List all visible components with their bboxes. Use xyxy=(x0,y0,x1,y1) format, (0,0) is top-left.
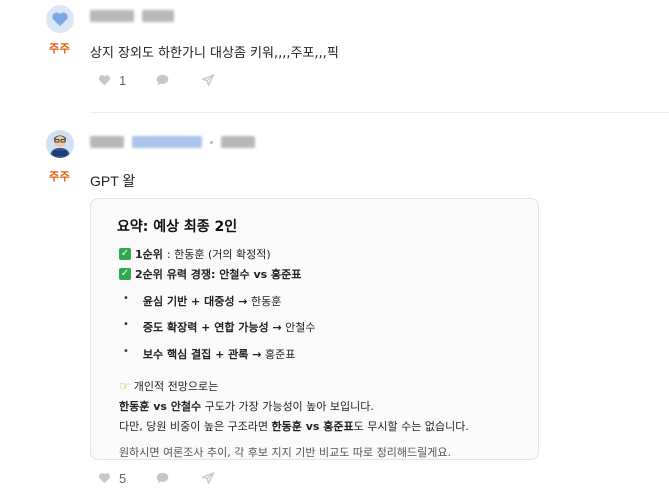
outlook-label-text: 개인적 전망으로는 xyxy=(133,380,219,393)
bullet-bold: 윤심 기반 + 대중성 → xyxy=(142,295,248,308)
outlook-bold: 한동훈 vs 홍준표 xyxy=(271,420,354,433)
like-count: 5 xyxy=(119,470,127,486)
share-button[interactable] xyxy=(202,472,215,484)
redacted-timestamp xyxy=(142,10,174,22)
comment-icon xyxy=(156,472,169,484)
check-text: : 한동훈 (거의 확정적) xyxy=(166,248,271,261)
check-label: 2순위 유력 경쟁: 안철수 vs 홍준표 xyxy=(135,268,302,281)
bullet-bold: 중도 확장력 + 연합 가능성 → xyxy=(142,321,282,334)
comment-author-meta xyxy=(90,10,174,22)
outlook-bold: 한동훈 vs 안철수 xyxy=(119,400,202,413)
heart-icon xyxy=(98,75,111,86)
redacted-author-name[interactable] xyxy=(90,136,124,148)
share-button[interactable] xyxy=(202,74,215,86)
check-label: 1순위 xyxy=(135,248,163,261)
like-button[interactable]: 1 xyxy=(98,73,156,88)
bullet-text: 홍준표 xyxy=(261,348,296,361)
redacted-timestamp xyxy=(221,136,255,148)
reply-button[interactable] xyxy=(156,74,202,86)
check-row-1: ✓ 1순위: 한동훈 (거의 확정적) xyxy=(119,246,271,262)
share-icon xyxy=(202,74,215,86)
redacted-author-id[interactable] xyxy=(132,136,202,148)
comment-divider xyxy=(90,112,669,113)
bullet-bold: 보수 핵심 결집 + 관록 → xyxy=(142,348,262,361)
bullet-dot: • xyxy=(123,346,129,357)
share-icon xyxy=(202,472,215,484)
bullet-item: • 보수 핵심 결집 + 관록 → 홍준표 xyxy=(123,346,295,362)
bullet-item: • 중도 확장력 + 연합 가능성 → 안철수 xyxy=(123,319,316,335)
comment-text: GPT 왈 xyxy=(90,173,136,189)
comment-actions: 1 xyxy=(98,72,215,88)
comment-text: 상지 장외도 하한가니 대상좀 키워,,,,주포,,,픽 xyxy=(90,46,339,61)
bullet-item: • 윤심 기반 + 대중성 → 한동훈 xyxy=(123,293,281,309)
comment-2: 주주 GPT 왈 요약: 예상 최종 2인 ✓ 1순위: 한동훈 (거의 확정적… xyxy=(0,124,669,494)
like-button[interactable]: 5 xyxy=(98,471,156,486)
shareholder-badge: 주주 xyxy=(49,42,71,55)
card-footer: 원하시면 여론조사 추이, 각 후보 지지 기반 비교도 따로 정리해드릴게요. xyxy=(119,446,451,459)
comment-actions: 5 xyxy=(98,470,215,486)
bullet-text: 한동훈 xyxy=(247,295,282,308)
comment-icon xyxy=(156,74,169,86)
comment-1: 주주 상지 장외도 하한가니 대상좀 키워,,,,주포,,,픽 1 xyxy=(0,0,669,112)
hand-point-icon: ☞ xyxy=(119,379,130,393)
outlook-text: 다만, 당원 비중이 높은 구조라면 xyxy=(119,420,272,433)
check-row-2: ✓ 2순위 유력 경쟁: 안철수 vs 홍준표 xyxy=(119,266,301,282)
like-count: 1 xyxy=(119,72,127,88)
redacted-author-name[interactable] xyxy=(90,10,134,22)
heart-icon xyxy=(98,473,111,484)
heart-avatar-icon xyxy=(52,12,68,27)
outlook-text: 도 무시할 수는 없습니다. xyxy=(353,420,469,433)
check-icon: ✓ xyxy=(119,268,131,280)
bullet-dot: • xyxy=(123,293,129,304)
card-title: 요약: 예상 최종 2인 xyxy=(117,219,238,235)
bullet-text: 안철수 xyxy=(281,321,316,334)
outlook-line-1: 한동훈 vs 안철수 구도가 가장 가능성이 높아 보입니다. xyxy=(119,398,374,414)
person-avatar-icon xyxy=(46,130,74,158)
meta-separator xyxy=(210,140,213,144)
avatar[interactable] xyxy=(46,5,74,33)
outlook-text: 구도가 가장 가능성이 높아 보입니다. xyxy=(201,400,374,413)
check-icon: ✓ xyxy=(119,248,131,260)
bullet-dot: • xyxy=(123,319,129,330)
gpt-answer-card: 요약: 예상 최종 2인 ✓ 1순위: 한동훈 (거의 확정적) ✓ 2순위 유… xyxy=(90,198,539,460)
outlook-line-2: 다만, 당원 비중이 높은 구조라면 한동훈 vs 홍준표도 무시할 수는 없습… xyxy=(119,418,469,434)
reply-button[interactable] xyxy=(156,472,202,484)
shareholder-badge: 주주 xyxy=(49,170,71,183)
avatar[interactable] xyxy=(46,130,74,158)
outlook-label: ☞ 개인적 전망으로는 xyxy=(119,378,218,394)
comment-author-meta xyxy=(90,136,255,148)
